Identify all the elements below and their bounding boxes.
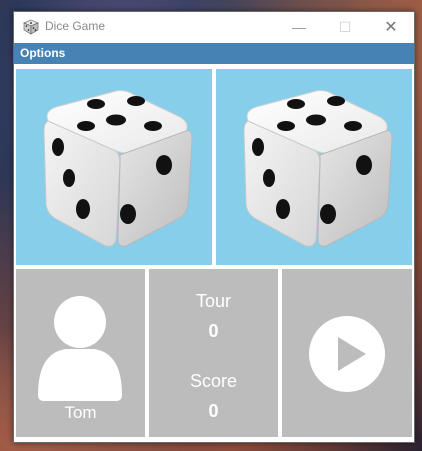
maximize-icon: ☐ (338, 18, 352, 35)
play-icon (309, 316, 385, 392)
die-1-icon (43, 90, 193, 247)
minimize-button[interactable]: — (276, 12, 322, 42)
minimize-icon: — (292, 19, 306, 35)
game-board: Tom Tour 0 Score 0 (14, 65, 414, 442)
player-panel: Tom (16, 269, 145, 437)
close-button[interactable]: ✕ (368, 12, 414, 42)
dice-app-icon (23, 19, 39, 35)
score-label: Score (189, 371, 238, 391)
turn-label: Tour (195, 291, 231, 311)
maximize-button[interactable]: ☐ (322, 12, 368, 42)
title-bar[interactable]: Dice Game — ☐ ✕ (14, 12, 414, 42)
turn-value: 0 (208, 321, 219, 341)
app-window: Dice Game — ☐ ✕ Options Tom Tour 0 Score… (13, 11, 415, 443)
stats-panel: Tour 0 Score 0 (149, 269, 278, 437)
die-cell-2[interactable] (216, 69, 412, 265)
user-icon (38, 296, 122, 401)
score-value: 0 (208, 401, 219, 421)
window-title: Dice Game (45, 19, 106, 33)
play-panel (282, 269, 412, 437)
close-icon: ✕ (384, 19, 398, 36)
die-2-icon (243, 90, 393, 247)
menu-options[interactable]: Options (20, 46, 65, 60)
die-cell-1[interactable] (16, 69, 212, 265)
player-name: Tom (64, 403, 97, 422)
play-button[interactable] (308, 315, 386, 393)
menu-bar: Options (14, 43, 414, 64)
